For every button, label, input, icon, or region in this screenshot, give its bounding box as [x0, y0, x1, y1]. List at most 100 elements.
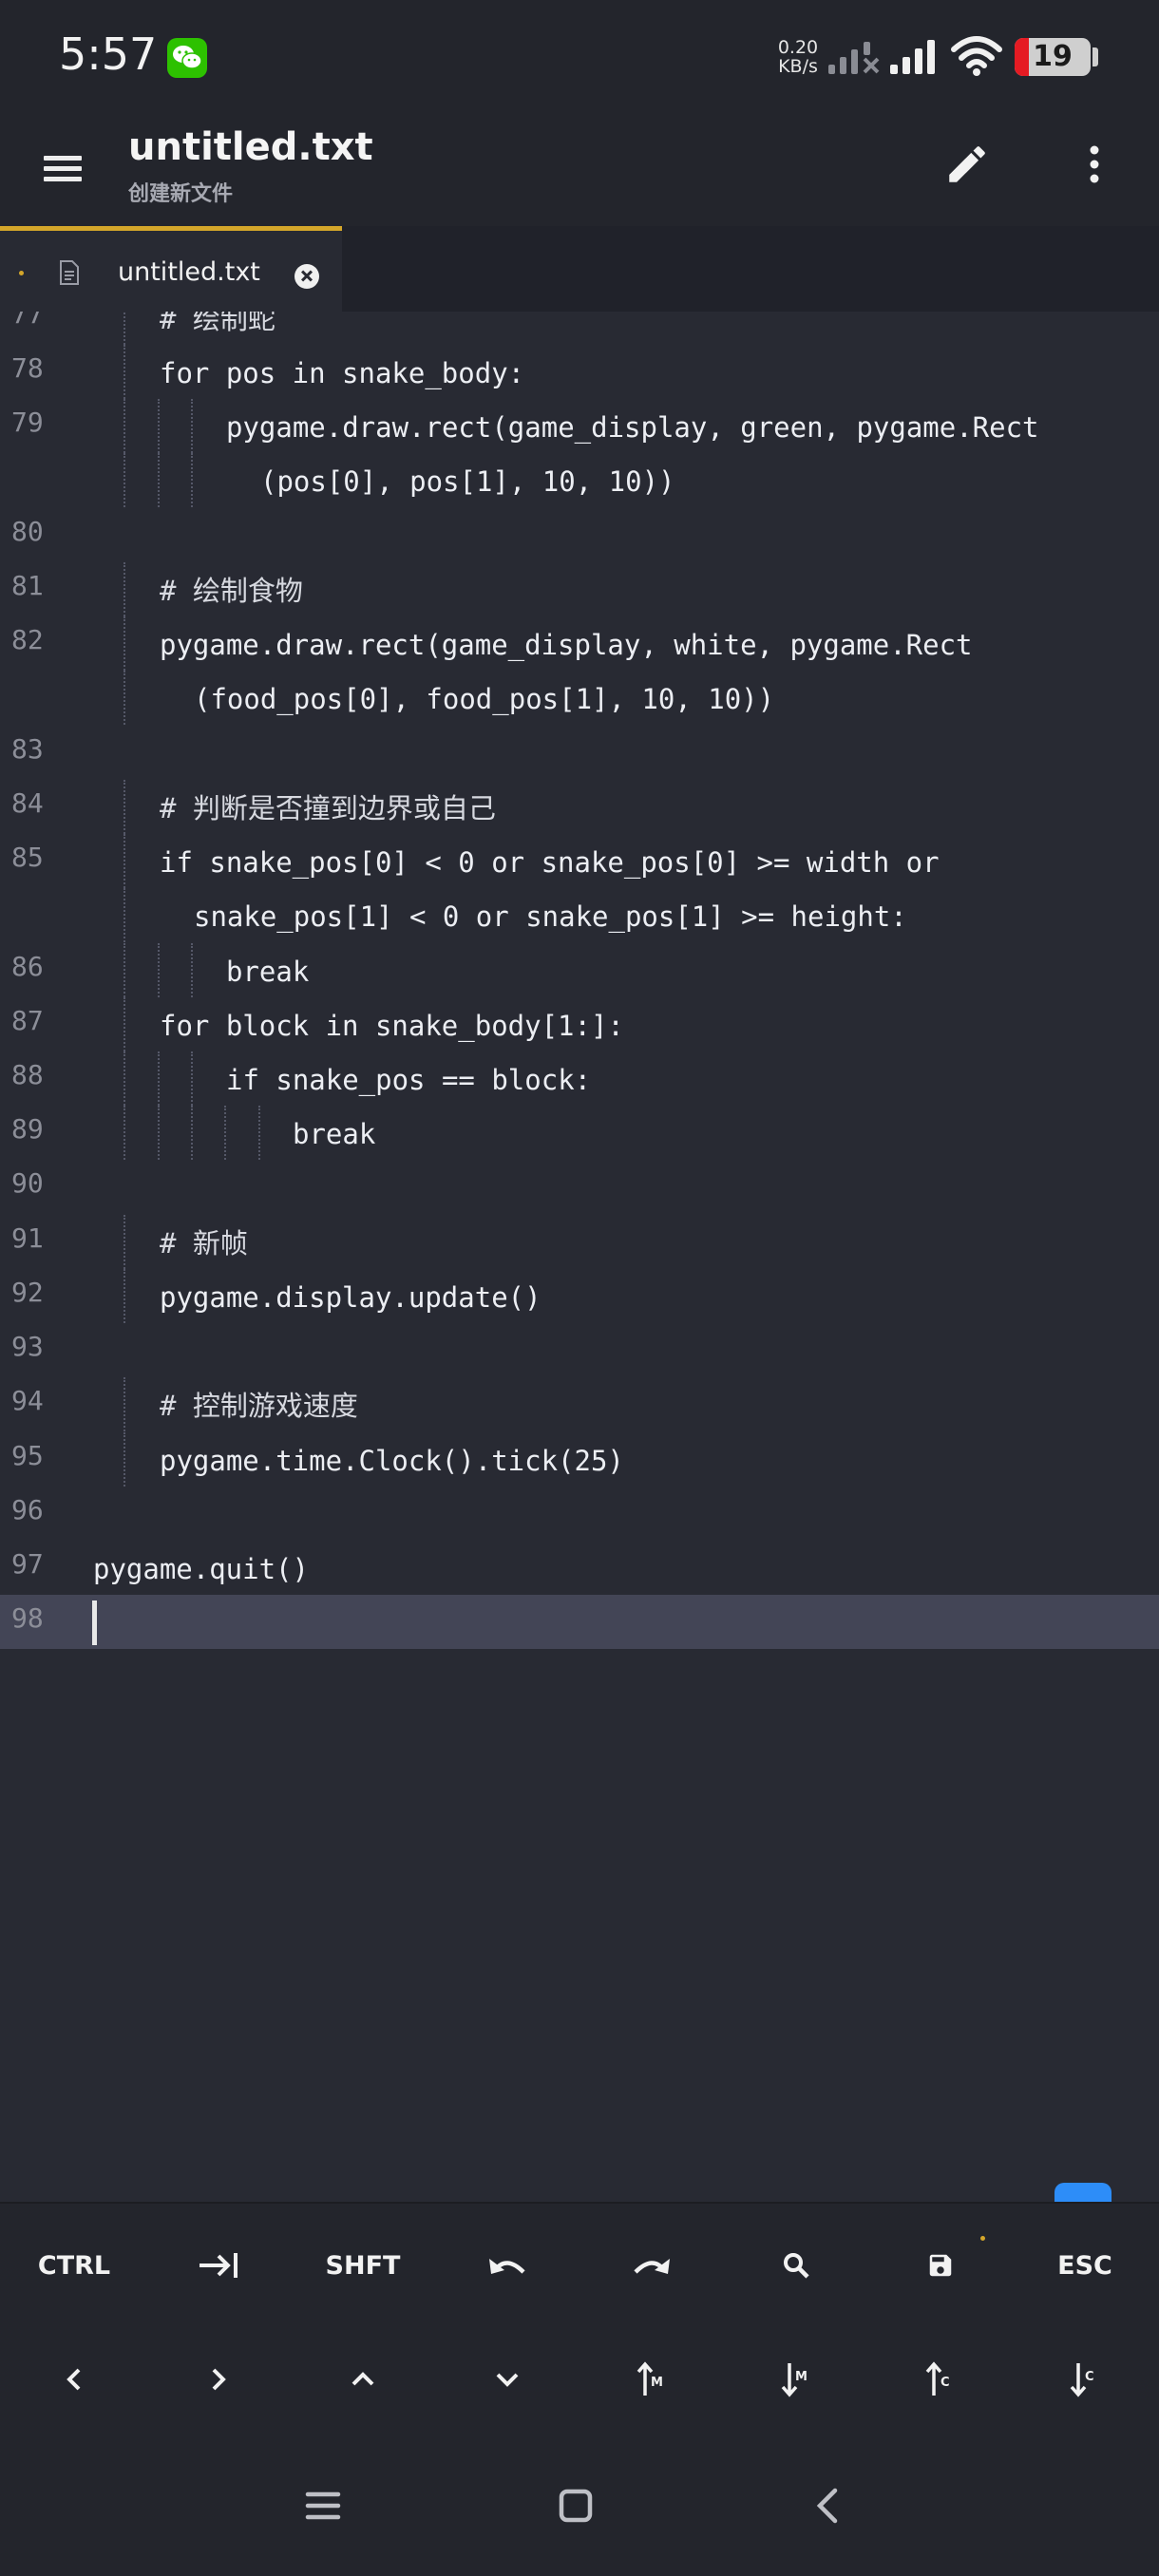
tab-untitled[interactable]: untitled.txt: [0, 226, 342, 312]
shift-key[interactable]: SHFT: [291, 2213, 435, 2318]
line-number: 96: [11, 1494, 44, 1525]
search-key[interactable]: [724, 2213, 868, 2318]
unsaved-indicator: [980, 2236, 985, 2241]
line-text: for block in snake_body[1:]:: [160, 1010, 624, 1042]
line-number: 93: [11, 1331, 44, 1362]
line-text: for pos in snake_body:: [160, 357, 525, 389]
back-icon[interactable]: [812, 2487, 841, 2525]
recents-icon[interactable]: [304, 2487, 342, 2525]
code-line-82[interactable]: 82 pygame.draw.rect(game_display, white, …: [0, 616, 1159, 671]
arrow-down-key[interactable]: [435, 2327, 580, 2432]
copy-line-down-label: C: [1085, 2370, 1094, 2384]
line-number: 80: [11, 516, 44, 547]
ctrl-key-label: CTRL: [37, 2250, 111, 2281]
pencil-icon[interactable]: [943, 141, 991, 188]
code-line-87[interactable]: 87 for block in snake_body[1:]:: [0, 997, 1159, 1051]
text-cursor: [92, 1601, 97, 1645]
line-number: 82: [11, 624, 44, 655]
indent-guide: [258, 1106, 260, 1160]
redo-key[interactable]: [580, 2213, 724, 2318]
indent-guide: [124, 1432, 125, 1487]
save-key[interactable]: [868, 2213, 1013, 2318]
line-text: pygame.time.Clock().tick(25): [160, 1445, 624, 1477]
code-line-83[interactable]: 83: [0, 726, 1159, 780]
more-vertical-icon[interactable]: [1084, 141, 1105, 188]
copy-line-down-key[interactable]: C: [1013, 2327, 1157, 2432]
line-number: 94: [11, 1385, 44, 1416]
indent-guide: [124, 1269, 125, 1323]
line-number: 86: [11, 951, 44, 982]
indent-guide: [158, 943, 160, 997]
home-icon[interactable]: [559, 2487, 593, 2525]
code-line-93[interactable]: 93: [0, 1323, 1159, 1377]
line-number: 77: [11, 312, 44, 330]
move-line-down-label: M: [795, 2370, 808, 2384]
code-line-94[interactable]: 94 # 控制游戏速度: [0, 1377, 1159, 1431]
indent-guide: [191, 399, 193, 453]
network-speed: 0.20 KB/s: [770, 38, 826, 76]
code-line-wrap[interactable]: (pos[0], pos[1], 10, 10)): [0, 453, 1159, 507]
close-tab-icon[interactable]: [294, 264, 319, 289]
code-line-91[interactable]: 91 # 新帧: [0, 1215, 1159, 1269]
code-line-80[interactable]: 80: [0, 508, 1159, 562]
code-line-97[interactable]: 97 pygame.quit(): [0, 1541, 1159, 1595]
ctrl-key[interactable]: CTRL: [2, 2213, 146, 2318]
code-line-88[interactable]: 88 if snake_pos == block:: [0, 1051, 1159, 1106]
tab-key[interactable]: [146, 2213, 291, 2318]
indent-guide: [124, 997, 125, 1051]
copy-line-up-label: C: [940, 2376, 950, 2390]
line-number: 79: [11, 407, 44, 438]
code-line-wrap[interactable]: (food_pos[0], food_pos[1], 10, 10)): [0, 671, 1159, 725]
unsaved-indicator: [19, 271, 24, 275]
code-editor[interactable]: 77 # 绘制蛇 78 for pos in snake_body: 79 pygame.…: [0, 312, 1159, 2202]
indent-guide: [124, 345, 125, 399]
code-line-78[interactable]: 78 for pos in snake_body:: [0, 345, 1159, 399]
code-line-89[interactable]: 89 break: [0, 1106, 1159, 1160]
code-line-96[interactable]: 96: [0, 1487, 1159, 1541]
network-speed-unit: KB/s: [778, 56, 818, 77]
line-text: if snake_pos == block:: [226, 1064, 592, 1096]
copy-line-up-key[interactable]: C: [868, 2327, 1013, 2432]
move-line-up-label: M: [651, 2376, 663, 2390]
hamburger-menu-icon[interactable]: [44, 148, 86, 190]
wechat-icon: [167, 38, 207, 78]
indent-guide: [124, 780, 125, 834]
move-line-down-key[interactable]: M: [724, 2327, 868, 2432]
line-number: 87: [11, 1005, 44, 1036]
scrollbar-thumb[interactable]: [1054, 2183, 1112, 2202]
arrow-left-key[interactable]: [2, 2327, 146, 2432]
line-text: pygame.draw.rect(game_display, green, py…: [226, 411, 1039, 444]
arrow-up-key[interactable]: [291, 2327, 435, 2432]
line-text: pygame.display.update(): [160, 1281, 542, 1314]
line-text: break: [226, 956, 310, 988]
document-subtitle: 创建新文件: [128, 182, 234, 206]
indent-guide: [124, 1051, 125, 1106]
tab-label: untitled.txt: [118, 257, 260, 287]
code-line-77[interactable]: 77 # 绘制蛇: [0, 312, 1159, 345]
indent-guide: [224, 1106, 226, 1160]
indent-guide: [158, 453, 160, 507]
undo-key[interactable]: [435, 2213, 580, 2318]
code-line-95[interactable]: 95 pygame.time.Clock().tick(25): [0, 1432, 1159, 1487]
code-line-79[interactable]: 79 pygame.draw.rect(game_display, green, …: [0, 399, 1159, 453]
move-line-up-key[interactable]: M: [580, 2327, 724, 2432]
signal-sim1-icon: [828, 42, 880, 74]
line-number: 84: [11, 787, 44, 819]
code-line-86[interactable]: 86 break: [0, 943, 1159, 997]
indent-guide: [191, 1106, 193, 1160]
code-line-85[interactable]: 85 if snake_pos[0] < 0 or snake_pos[0] >=…: [0, 834, 1159, 888]
arrow-up-icon: [352, 2372, 374, 2386]
code-line-90[interactable]: 90: [0, 1160, 1159, 1214]
esc-key[interactable]: ESC: [1013, 2213, 1157, 2318]
move-line-down-icon: M: [781, 2363, 808, 2397]
line-number: 85: [11, 842, 44, 873]
code-line-81[interactable]: 81 # 绘制食物: [0, 562, 1159, 616]
code-line-98[interactable]: 98: [0, 1595, 1159, 1649]
indent-guide: [124, 312, 125, 345]
code-line-wrap[interactable]: snake_pos[1] < 0 or snake_pos[1] >= heig…: [0, 888, 1159, 942]
arrow-right-key[interactable]: [146, 2327, 291, 2432]
battery-tip: [1092, 47, 1098, 66]
indent-guide: [124, 1377, 125, 1431]
code-line-84[interactable]: 84 # 判断是否撞到边界或自己: [0, 780, 1159, 834]
code-line-92[interactable]: 92 pygame.display.update(): [0, 1269, 1159, 1323]
